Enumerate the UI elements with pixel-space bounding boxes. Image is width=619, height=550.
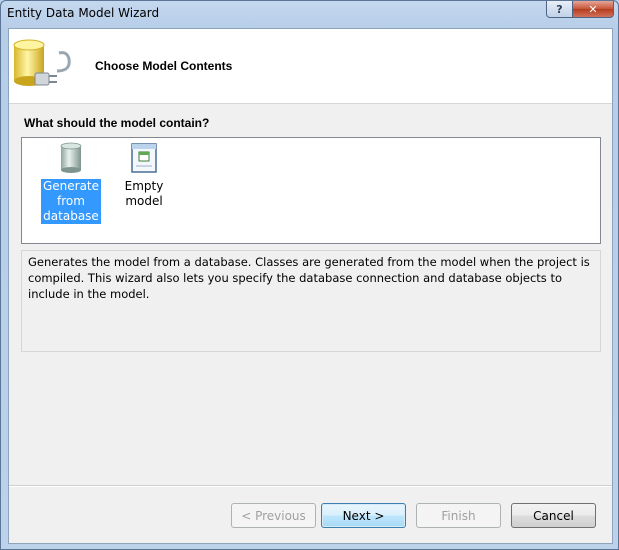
wizard-body: Choose Model Contents What should the mo… bbox=[8, 28, 613, 544]
database-plug-icon bbox=[13, 39, 71, 86]
previous-button[interactable]: < Previous bbox=[231, 503, 316, 528]
list-item-generate-from-database[interactable]: Generate from database bbox=[36, 142, 106, 224]
finish-button[interactable]: Finish bbox=[416, 503, 501, 528]
description-text: Generates the model from a database. Cla… bbox=[21, 250, 601, 352]
model-contents-list[interactable]: Generate from database Empty model bbox=[21, 137, 601, 244]
wizard-window: Entity Data Model Wizard ? ✕ Choose Mode… bbox=[0, 0, 619, 550]
close-button[interactable]: ✕ bbox=[572, 1, 614, 18]
help-icon: ? bbox=[556, 2, 563, 16]
title-bar[interactable]: Entity Data Model Wizard ? ✕ bbox=[1, 1, 618, 27]
help-button[interactable]: ? bbox=[546, 1, 573, 18]
database-icon bbox=[60, 142, 82, 173]
footer-divider bbox=[9, 485, 612, 487]
cancel-button[interactable]: Cancel bbox=[511, 503, 596, 528]
list-item-label: Generate from database bbox=[40, 179, 102, 224]
list-item-empty-model[interactable]: Empty model bbox=[104, 142, 184, 209]
section-label: What should the model contain? bbox=[24, 116, 210, 130]
wizard-header: Choose Model Contents bbox=[9, 29, 612, 104]
next-button[interactable]: Next > bbox=[321, 503, 406, 528]
list-item-label: Empty model bbox=[124, 179, 164, 208]
page-title: Choose Model Contents bbox=[95, 59, 233, 73]
close-icon: ✕ bbox=[588, 2, 598, 16]
empty-model-icon bbox=[131, 143, 157, 173]
window-title: Entity Data Model Wizard bbox=[7, 6, 160, 20]
